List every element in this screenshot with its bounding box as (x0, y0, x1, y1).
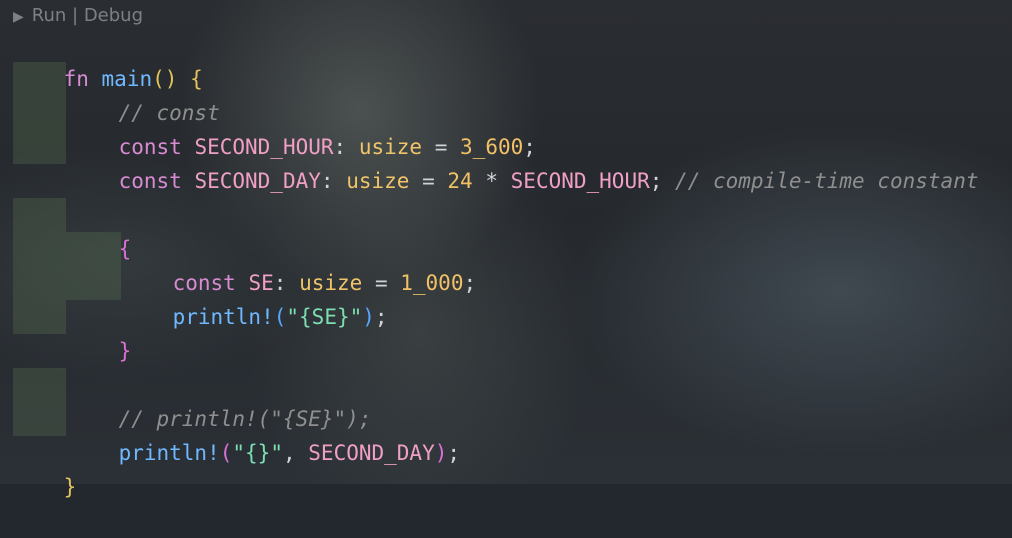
code-line-7: const SE: usize = 1_000; (122, 232, 477, 295)
code-line-13: } (13, 436, 77, 499)
code-line-6: { (68, 198, 132, 261)
code-line-11: // println!("{SE}"); (68, 368, 372, 431)
const-ref: SECOND_HOUR (510, 169, 650, 193)
semicolon: ; (463, 271, 477, 295)
close-brace: } (118, 339, 132, 363)
codelens-separator: | (66, 5, 84, 26)
run-link[interactable]: Run (32, 5, 67, 26)
debug-link[interactable]: Debug (84, 5, 143, 26)
code-line-4: const SECOND_DAY: usize = 24 * SECOND_HO… (68, 130, 979, 193)
keyword-const: const (118, 169, 182, 193)
code-line-12: println!("{}", SECOND_DAY); (68, 402, 460, 465)
semicolon: ; (649, 169, 663, 193)
code-line-9: } (68, 300, 132, 363)
comment: // compile-time constant (675, 169, 979, 193)
string: "{SE}" (286, 305, 363, 329)
equals: = (422, 169, 435, 193)
indent-guide-block-left (13, 198, 66, 334)
number: 1_000 (400, 271, 464, 295)
indent-guide-bottom (13, 368, 66, 436)
paren-open: ( (219, 441, 233, 465)
close-brace: } (63, 475, 77, 499)
string: "{}" (232, 441, 283, 465)
semicolon: ; (374, 305, 388, 329)
code-line-2: // const (68, 62, 220, 125)
code-line-3: const SECOND_HOUR: usize = 3_600; (68, 96, 536, 159)
paren-close: ) (362, 305, 375, 329)
paren-close: ) (434, 441, 448, 465)
code-line-8: println!("{SE}"); (122, 266, 388, 329)
comma: , (282, 441, 296, 465)
code-editor[interactable]: ▶ Run | Debug fn main() { // const const … (0, 0, 1012, 499)
arg: SECOND_DAY (308, 441, 435, 465)
macro: println! (172, 305, 274, 329)
semicolon: ; (447, 441, 461, 465)
code-line-1: fn main() { (13, 28, 203, 91)
number: 24 (447, 169, 473, 193)
macro: println! (118, 441, 220, 465)
operator: * (485, 169, 498, 193)
play-icon[interactable]: ▶ (13, 9, 24, 25)
paren-open: ( (273, 305, 287, 329)
const-name: SECOND_DAY (194, 169, 321, 193)
type: usize (346, 169, 410, 193)
colon: : (320, 169, 334, 193)
